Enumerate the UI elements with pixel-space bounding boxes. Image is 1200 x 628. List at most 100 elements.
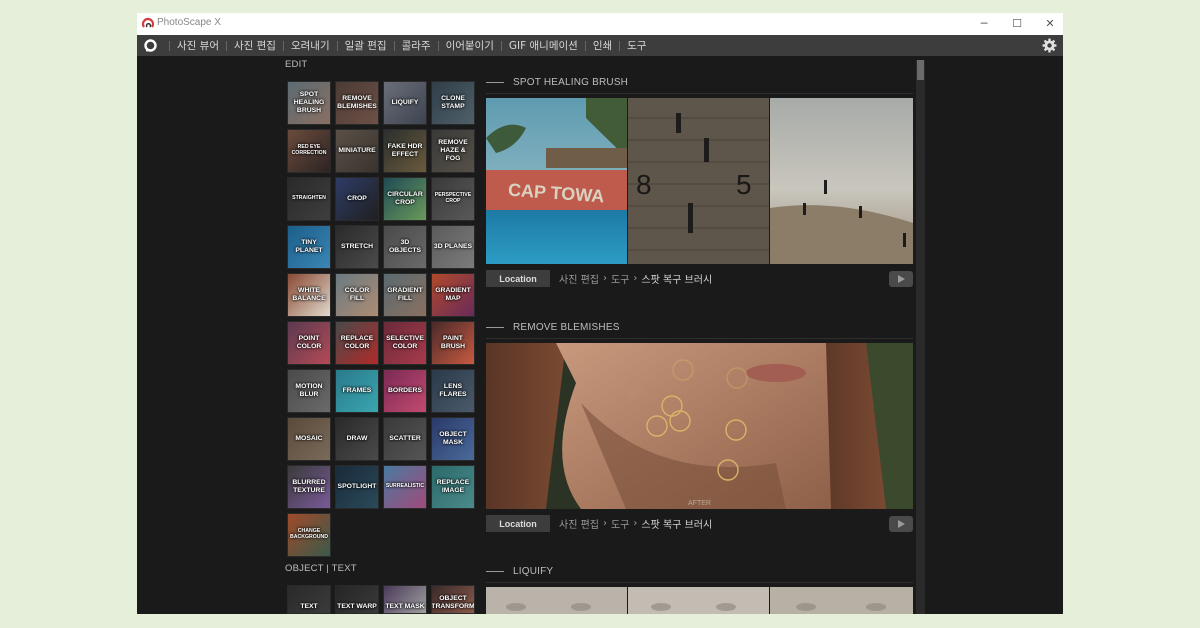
liquify-sample-images [486, 587, 913, 614]
menu-gif-animation[interactable]: GIF 애니메이션 [504, 38, 583, 53]
tool-label: CHANGE BACKGROUND [289, 528, 329, 540]
location-path: 사진 편집 › 도구 › 스팟 복구 브러시 [559, 515, 712, 532]
play-icon[interactable] [889, 271, 913, 287]
path-part[interactable]: 도구 [611, 271, 629, 286]
tool-tiny-planet[interactable]: TINY PLANET [287, 225, 331, 269]
tool-remove-haze-fog[interactable]: REMOVE HAZE & FOG [431, 129, 475, 173]
tool-frames[interactable]: FRAMES [335, 369, 379, 413]
tool-draw[interactable]: DRAW [335, 417, 379, 461]
tool-label: REPLACE COLOR [340, 335, 374, 350]
tool-fake-hdr-effect[interactable]: FAKE HDR EFFECT [383, 129, 427, 173]
tool-stretch[interactable]: STRETCH [335, 225, 379, 269]
close-button[interactable]: ✕ [1033, 13, 1063, 35]
tool-label: RED EYE CORRECTION [291, 144, 327, 156]
tool-label: OBJECT TRANSFORM [431, 595, 475, 611]
tool-blurred-texture[interactable]: BLURRED TEXTURE [287, 465, 331, 509]
gear-icon[interactable] [1042, 38, 1057, 53]
tool-perspective-crop[interactable]: PERSPECTIVE CROP [431, 177, 475, 221]
path-part[interactable]: 사진 편집 [559, 271, 599, 286]
menu-separator [393, 40, 395, 51]
tool-3d-objects[interactable]: 3D OBJECTS [383, 225, 427, 269]
menu-combine[interactable]: 이어붙이기 [441, 38, 499, 53]
tool-red-eye-correction[interactable]: RED EYE CORRECTION [287, 129, 331, 173]
tool-text[interactable]: TEXT [287, 585, 331, 614]
tool-label: SURREALISTIC [385, 483, 425, 490]
tool-borders[interactable]: BORDERS [383, 369, 427, 413]
tool-label: REPLACE IMAGE [436, 479, 470, 494]
tool-label: STRAIGHTEN [292, 195, 326, 202]
tool-point-color[interactable]: POINT COLOR [287, 321, 331, 365]
tool-replace-image[interactable]: REPLACE IMAGE [431, 465, 475, 509]
content-scrollbar[interactable] [916, 60, 925, 614]
tool-spot-healing-brush[interactable]: SPOT HEALING BRUSH [287, 81, 331, 125]
tool-label: LENS FLARES [439, 383, 467, 398]
tool-miniature[interactable]: MINIATURE [335, 129, 379, 173]
tool-label: TEXT [300, 603, 318, 611]
home-icon[interactable] [143, 38, 158, 53]
menu-photo-editor[interactable]: 사진 편집 [229, 38, 281, 53]
tool-remove-blemishes[interactable]: REMOVE BLEMISHES [335, 81, 379, 125]
tool-label: PERSPECTIVE CROP [434, 192, 472, 204]
tool-3d-planes[interactable]: 3D PLANES [431, 225, 475, 269]
menu-collage[interactable]: 콜라주 [397, 38, 436, 53]
location-button[interactable]: Location [486, 515, 550, 532]
tool-spotlight[interactable]: SPOTLIGHT [335, 465, 379, 509]
tool-white-balance[interactable]: WHITE BALANCE [287, 273, 331, 317]
tool-color-fill[interactable]: COLOR FILL [335, 273, 379, 317]
menu-photo-viewer[interactable]: 사진 뷰어 [172, 38, 224, 53]
tool-replace-color[interactable]: REPLACE COLOR [335, 321, 379, 365]
menu-separator [282, 40, 284, 51]
tool-text-mask[interactable]: TEXT MASK [383, 585, 427, 614]
location-button[interactable]: Location [486, 270, 550, 287]
maximize-button[interactable]: ☐ [1000, 13, 1034, 35]
tool-scatter[interactable]: SCATTER [383, 417, 427, 461]
play-icon[interactable] [889, 516, 913, 532]
path-part[interactable]: 사진 편집 [559, 516, 599, 531]
tool-label: TEXT MASK [385, 603, 425, 611]
path-chevron-icon: › [633, 518, 638, 529]
menu-separator [584, 40, 586, 51]
divider [486, 582, 913, 583]
tool-change-background[interactable]: CHANGE BACKGROUND [287, 513, 331, 557]
tool-straighten[interactable]: STRAIGHTEN [287, 177, 331, 221]
tool-selective-color[interactable]: SELECTIVE COLOR [383, 321, 427, 365]
tool-liquify[interactable]: LIQUIFY [383, 81, 427, 125]
tool-label: FRAMES [342, 387, 372, 395]
section-header: LIQUIFY [486, 565, 553, 577]
path-part[interactable]: 도구 [611, 516, 629, 531]
menu-print[interactable]: 인쇄 [588, 38, 617, 53]
after-label: AFTER [688, 500, 711, 507]
tool-label: GRADIENT FILL [387, 287, 423, 302]
tool-motion-blur[interactable]: MOTION BLUR [287, 369, 331, 413]
menu-batch[interactable]: 일괄 편집 [340, 38, 392, 53]
menu-separator [437, 40, 439, 51]
tool-object-mask[interactable]: OBJECT MASK [431, 417, 475, 461]
scrollbar-thumb[interactable] [917, 60, 924, 80]
tool-paint-brush[interactable]: PAINT BRUSH [431, 321, 475, 365]
tool-label: SELECTIVE COLOR [386, 335, 424, 350]
tool-gradient-map[interactable]: GRADIENT MAP [431, 273, 475, 317]
menu-items: 사진 뷰어 사진 편집 오려내기 일괄 편집 콜라주 이어붙이기 GIF 애니메… [167, 35, 651, 56]
edit-section-label: EDIT [285, 59, 308, 70]
tool-crop[interactable]: CROP [335, 177, 379, 221]
menu-tools[interactable]: 도구 [622, 38, 651, 53]
tool-label: COLOR FILL [344, 287, 370, 302]
spot-healing-sample-images: CAP TOWA 8 5 [486, 98, 913, 264]
wall-number: 8 [636, 169, 652, 200]
tool-object-transform[interactable]: OBJECT TRANSFORM [431, 585, 475, 614]
tool-label: 3D PLANES [433, 243, 473, 251]
remove-blemishes-sample-image: AFTER [486, 343, 913, 509]
tool-surrealistic[interactable]: SURREALISTIC [383, 465, 427, 509]
tool-label: OBJECT MASK [439, 431, 467, 446]
tool-circular-crop[interactable]: CIRCULAR CROP [383, 177, 427, 221]
tool-lens-flares[interactable]: LENS FLARES [431, 369, 475, 413]
tool-gradient-fill[interactable]: GRADIENT FILL [383, 273, 427, 317]
section-title: SPOT HEALING BRUSH [513, 76, 629, 88]
divider [486, 338, 913, 339]
tool-clone-stamp[interactable]: CLONE STAMP [431, 81, 475, 125]
minimize-button[interactable]: ─ [967, 13, 1001, 35]
tool-text-warp[interactable]: TEXT WARP [335, 585, 379, 614]
tool-mosaic[interactable]: MOSAIC [287, 417, 331, 461]
menu-cut-out[interactable]: 오려내기 [286, 38, 335, 53]
header-dash [486, 326, 504, 328]
